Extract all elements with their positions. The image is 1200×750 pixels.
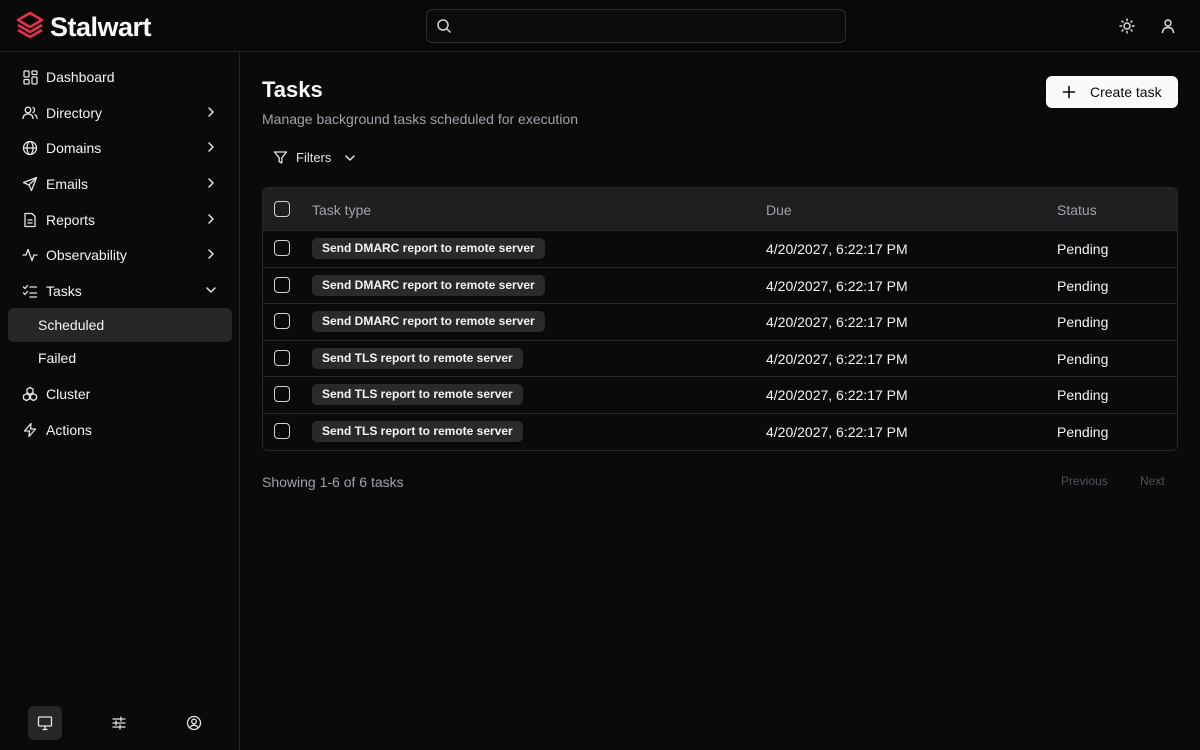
sidebar-bottom-toolbar [0, 700, 240, 750]
sidebar-item-scheduled[interactable]: Scheduled [8, 308, 232, 342]
status-cell: Pending [1057, 314, 1109, 330]
sidebar-item-label: Reports [46, 212, 96, 228]
send-icon [22, 176, 38, 192]
pagination-summary: Showing 1-6 of 6 tasks [262, 474, 404, 490]
users-icon [22, 105, 38, 121]
monitor-icon[interactable] [28, 706, 62, 740]
sun-icon[interactable] [1117, 16, 1137, 36]
sidebar-item-label: Domains [46, 140, 102, 156]
top-header: Stalwart [0, 0, 1200, 52]
sidebar-item-label: Cluster [46, 386, 91, 402]
table-header: Task type Due Status [263, 188, 1177, 231]
user-circle-icon[interactable] [177, 706, 211, 740]
select-all-checkbox[interactable] [274, 201, 290, 217]
chevron-right-icon [208, 178, 214, 188]
due-cell: 4/20/2027, 6:22:17 PM [766, 387, 908, 403]
next-page-button[interactable]: Next [1140, 474, 1165, 488]
status-cell: Pending [1057, 350, 1109, 367]
search-icon [437, 19, 451, 33]
due-cell: 4/20/2027, 6:22:17 PM [766, 423, 908, 440]
logo[interactable]: Stalwart [16, 11, 152, 42]
due-cell: 4/20/2027, 6:22:17 PM [766, 241, 908, 257]
page-subtitle: Manage background tasks scheduled for ex… [262, 111, 578, 127]
dashboard-icon [22, 69, 38, 85]
column-header-status[interactable]: Status [1057, 202, 1097, 218]
sidebar-item-tasks[interactable]: Tasks [8, 274, 232, 308]
previous-page-button[interactable]: Previous [1061, 474, 1108, 488]
chevron-down-icon [345, 154, 356, 161]
sidebar-item-label: Dashboard [46, 69, 115, 85]
task-type-badge: Send DMARC report to remote server [312, 311, 545, 332]
page-title: Tasks [262, 77, 323, 102]
due-cell: 4/20/2027, 6:22:17 PM [766, 350, 908, 367]
sidebar-item-actions[interactable]: Actions [8, 413, 232, 447]
create-task-button[interactable]: Create task [1046, 76, 1178, 108]
row-checkbox[interactable] [274, 313, 290, 329]
filter-icon [273, 151, 288, 164]
tasks-table: Task type Due Status Send DMARC report t… [262, 187, 1178, 451]
table-row[interactable]: Send TLS report to remote server 4/20/202… [263, 341, 1177, 377]
user-icon[interactable] [1158, 16, 1178, 36]
chevron-down-icon [206, 287, 216, 293]
task-type-badge: Send TLS report to remote server [312, 420, 523, 442]
sidebar-item-label: Scheduled [38, 317, 105, 333]
sidebar-item-failed[interactable]: Failed [8, 341, 232, 375]
row-checkbox[interactable] [274, 422, 290, 439]
list-check-icon [22, 283, 38, 299]
table-row[interactable]: Send DMARC report to remote server 4/20/2… [263, 268, 1177, 304]
table-row[interactable]: Send TLS report to remote server 4/20/202… [263, 414, 1177, 451]
task-type-badge: Send TLS report to remote server [312, 384, 523, 405]
activity-icon [22, 247, 38, 263]
logo-text: Stalwart [50, 11, 152, 42]
column-header-due[interactable]: Due [766, 202, 792, 218]
row-checkbox[interactable] [274, 240, 290, 256]
sidebar-item-directory[interactable]: Directory [8, 96, 232, 130]
sidebar: Dashboard Directory Domains Emails Repor… [0, 52, 240, 750]
chevron-right-icon [208, 107, 214, 117]
plus-icon [1062, 85, 1076, 99]
row-checkbox[interactable] [274, 349, 290, 366]
file-icon [22, 212, 38, 228]
stalwart-logo-icon [16, 11, 44, 42]
sidebar-item-observability[interactable]: Observability [8, 238, 232, 272]
status-cell: Pending [1057, 423, 1109, 440]
table-row[interactable]: Send DMARC report to remote server 4/20/2… [263, 231, 1177, 268]
sidebar-item-dashboard[interactable]: Dashboard [8, 60, 232, 94]
filters-label: Filters [296, 150, 332, 165]
status-cell: Pending [1057, 277, 1109, 294]
due-cell: 4/20/2027, 6:22:17 PM [766, 314, 908, 330]
sidebar-item-label: Observability [46, 247, 127, 263]
task-type-badge: Send TLS report to remote server [312, 347, 523, 369]
sidebar-item-label: Tasks [46, 283, 82, 299]
chevron-right-icon [208, 142, 214, 152]
status-cell: Pending [1057, 241, 1109, 257]
sidebar-item-emails[interactable]: Emails [8, 167, 232, 201]
search-input[interactable] [426, 9, 846, 43]
column-header-task-type[interactable]: Task type [312, 202, 371, 218]
sidebar-item-domains[interactable]: Domains [8, 131, 232, 165]
sidebar-item-label: Actions [46, 422, 92, 438]
zap-icon [22, 422, 38, 438]
filters-dropdown[interactable]: Filters [273, 150, 357, 165]
task-type-badge: Send DMARC report to remote server [312, 274, 545, 296]
sidebar-item-label: Failed [38, 350, 77, 366]
task-type-badge: Send DMARC report to remote server [312, 238, 545, 259]
row-checkbox[interactable] [274, 276, 290, 293]
sidebar-item-label: Emails [46, 176, 89, 192]
cluster-icon [22, 386, 38, 402]
sidebar-item-label: Directory [46, 105, 103, 121]
globe-icon [22, 140, 38, 156]
create-task-label: Create task [1090, 84, 1162, 100]
due-cell: 4/20/2027, 6:22:17 PM [766, 277, 908, 294]
row-checkbox[interactable] [274, 386, 290, 402]
sidebar-item-reports[interactable]: Reports [8, 203, 232, 237]
chevron-right-icon [208, 249, 214, 259]
status-cell: Pending [1057, 387, 1109, 403]
table-row[interactable]: Send TLS report to remote server 4/20/202… [263, 377, 1177, 414]
chevron-right-icon [208, 214, 214, 224]
table-row[interactable]: Send DMARC report to remote server 4/20/2… [263, 304, 1177, 341]
sliders-icon[interactable] [102, 706, 136, 740]
sidebar-item-cluster[interactable]: Cluster [8, 377, 232, 411]
main-content: Tasks Manage background tasks scheduled … [241, 53, 1200, 750]
